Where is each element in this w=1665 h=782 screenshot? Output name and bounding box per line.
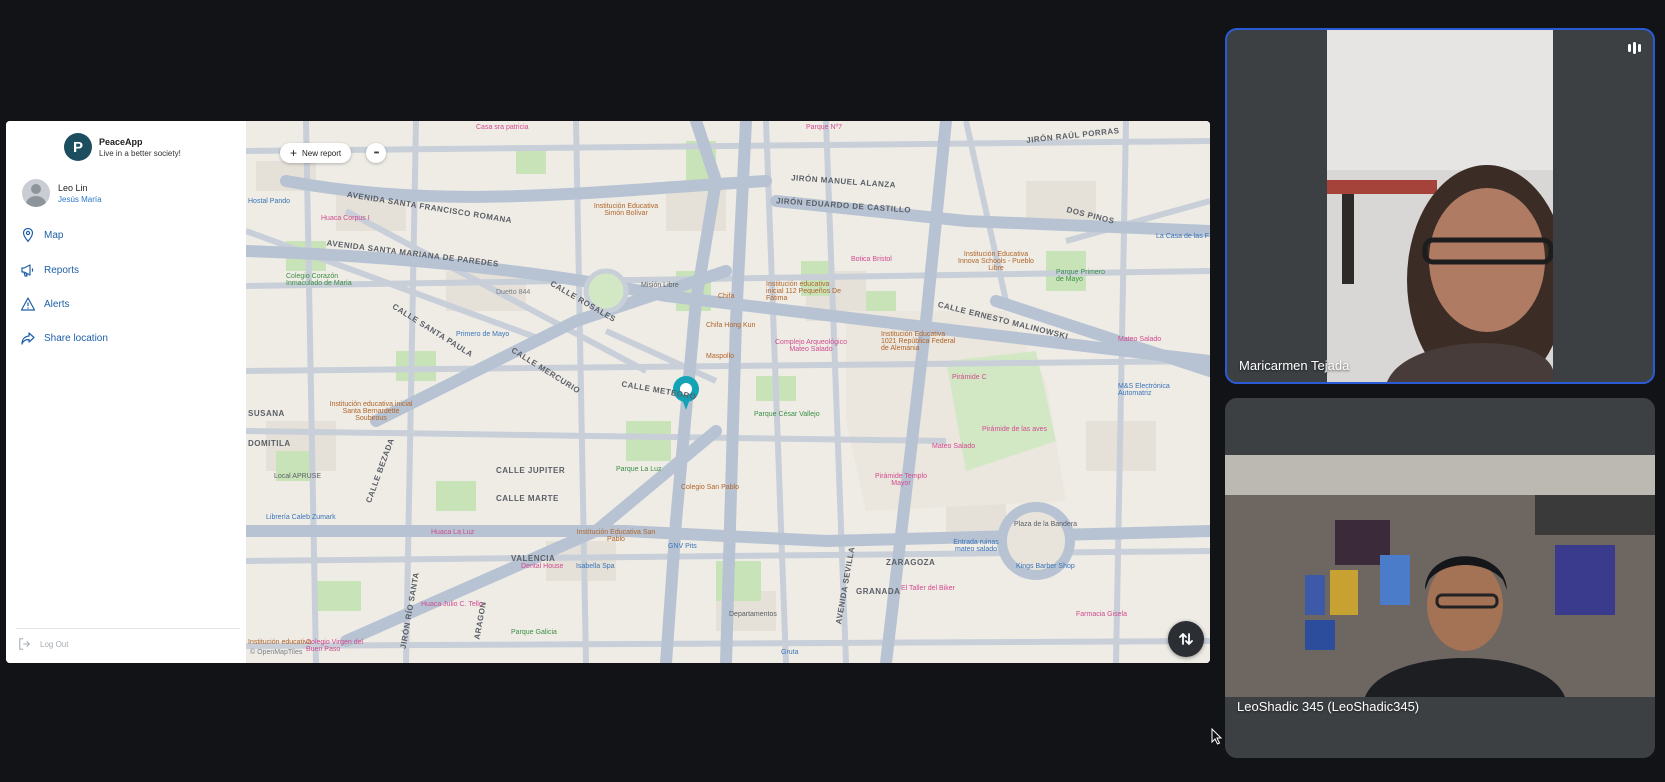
nav-item-alerts[interactable]: Alerts: [20, 296, 70, 312]
map-poi-label: Institución educativa inicial Santa Bern…: [329, 401, 413, 422]
map-poi-label: Chifa: [718, 293, 735, 300]
user-name: Leo Lin: [58, 182, 88, 193]
map-poi-label: GNV Pits: [668, 543, 697, 550]
app-sidebar: P PeaceApp Live in a better society! Leo…: [6, 121, 247, 663]
avatar: [22, 179, 50, 207]
nav-item-share-location[interactable]: Share location: [20, 330, 108, 346]
swap-arrows-icon: [1179, 633, 1193, 645]
map-view[interactable]: AVENIDA SANTA FRANCISCO ROMANA AVENIDA S…: [246, 121, 1210, 663]
map-pin-icon: [22, 227, 34, 243]
map-street-label: DOMITILA: [248, 439, 291, 448]
map-poi-label: Colegio Virgen del Buen Paso: [306, 639, 364, 653]
nav-label: Share location: [44, 332, 108, 344]
app-logo: P: [64, 133, 92, 161]
map-poi-label: El Taller del Biker: [901, 585, 955, 592]
map-poi-label: Plaza de la Bandera: [1014, 521, 1078, 528]
map-poi-label: Institución Educativa Innova Schools - P…: [958, 251, 1034, 272]
map-poi-label: Mateo Salado: [932, 443, 976, 450]
map-street-label: ZARAGOZA: [886, 558, 936, 567]
map-poi-label: Farmacia Gisela: [1076, 611, 1127, 618]
nav-label: Reports: [44, 264, 80, 276]
map-poi-label: M&S Electrónica Automatriz: [1118, 383, 1170, 397]
map-poi-label: Parque Galicia: [511, 629, 557, 636]
map-poi-label: Colegio San Pablo: [681, 484, 739, 491]
new-report-label: New report: [302, 148, 342, 158]
shared-screen: P PeaceApp Live in a better society! Leo…: [6, 121, 1210, 663]
map-attribution: © OpenMapTiles: [250, 649, 303, 656]
map-poi-label: Mateo Salado: [1118, 336, 1162, 343]
map-street-label: CALLE MARTE: [496, 494, 559, 503]
logout-icon: [19, 638, 31, 650]
map-poi-label: Institución educativa: [248, 639, 312, 646]
map-poi-label: Chifa Hong Kun: [706, 322, 756, 329]
map-poi-label: Botica Bristol: [851, 256, 892, 263]
map-poi-label: Huaca La Luz: [431, 529, 475, 536]
map-poi-label: Librería Caleb Zumark: [266, 514, 336, 521]
mouse-cursor-icon: [1211, 728, 1223, 745]
more-options-button[interactable]: •••: [366, 143, 386, 163]
map-poi-label: Gruta: [781, 649, 799, 656]
map-poi-label: Institución Educativa San Pablo: [576, 529, 656, 543]
map-poi-label: Institución Educativa 1021 República Fed…: [881, 331, 956, 352]
map-poi-label: Isabella Spa: [576, 563, 615, 570]
map-poi-label: Parque La Luz: [616, 466, 662, 473]
map-poi-label: Huaca Julio C. Tello: [421, 601, 483, 608]
plus-icon: +: [290, 146, 298, 160]
nav-item-map[interactable]: Map: [20, 227, 63, 243]
map-poi-label: Duetto 844: [496, 289, 531, 296]
participant-name: LeoShadic 345 (LeoShadic345): [1237, 699, 1420, 714]
map-poi-label: Pirámide C: [952, 374, 987, 381]
participant-video: [1327, 30, 1553, 382]
more-icon: •••: [373, 149, 379, 157]
logout-label: Log Out: [40, 639, 69, 649]
map-poi-label: Entrada ruinas mateo salado: [953, 539, 999, 553]
nav-item-reports[interactable]: Reports: [20, 262, 79, 278]
map-poi-label: Dental House: [521, 563, 564, 570]
map-poi-label: Pirámide de las aves: [982, 426, 1047, 433]
speaking-indicator-icon: [1628, 42, 1641, 54]
map-poi-label: Parque Nº7: [806, 124, 843, 131]
map-poi-label: Casa sra patricia: [476, 124, 529, 131]
map-street-label: CALLE JUPITER: [496, 466, 566, 475]
user-profile[interactable]: Leo Lin Jesús María: [22, 179, 102, 207]
map-poi-label: Parque Primero de Mayo: [1056, 269, 1106, 283]
map-street-label: VALENCIA: [511, 554, 556, 563]
map-poi-label: Colegio Corazón Inmaculado de María: [286, 273, 352, 287]
participant-tile[interactable]: Maricarmen Tejada: [1225, 28, 1655, 384]
participant-tile[interactable]: LeoShadic 345 (LeoShadic345): [1225, 398, 1655, 758]
map-poi-label: Primero de Mayo: [456, 331, 510, 338]
map-poi-label: Hostal Pando: [248, 198, 291, 205]
divider: [16, 628, 240, 629]
megaphone-icon: [21, 264, 34, 277]
map-poi-label: Complejo Arqueológico Mateo Salado: [775, 339, 847, 353]
share-icon: [21, 332, 35, 345]
recenter-button[interactable]: [1168, 621, 1204, 657]
app-brand: P PeaceApp Live in a better society!: [64, 133, 181, 161]
map-poi-label: Departamentos: [729, 611, 777, 618]
app-name: PeaceApp: [99, 136, 143, 147]
new-report-button[interactable]: + New report: [280, 143, 352, 163]
app-tagline: Live in a better society!: [99, 148, 181, 158]
nav-label: Map: [44, 229, 64, 241]
user-location: Jesús María: [58, 194, 102, 204]
logout-button[interactable]: Log Out: [18, 637, 68, 651]
map-poi-label: Misión Libre: [641, 282, 679, 289]
map-poi-label: La Casa de las F: [1156, 233, 1209, 240]
participant-name: Maricarmen Tejada: [1239, 358, 1350, 373]
nav-label: Alerts: [44, 298, 70, 310]
map-poi-label: Local APRUSE: [274, 473, 322, 480]
warning-icon: [20, 297, 36, 311]
map-poi-label: Institución educativa inicial 112 Pequeñ…: [766, 281, 841, 302]
map-poi-label: Parque César Vallejo: [754, 411, 820, 418]
participant-video: [1225, 455, 1655, 697]
map-poi-label: Maspollo: [706, 353, 735, 360]
map-poi-label: Huaca Corpus I: [321, 215, 370, 222]
map-street-label: GRANADA: [856, 587, 901, 596]
map-poi-label: Kings Barber Shop: [1016, 563, 1075, 570]
map-poi-label: Institución Educativa Simón Bolívar: [593, 203, 659, 217]
map-poi-label: Pirámide Templo Mayor: [874, 473, 927, 487]
map-street-label: SUSANA: [248, 409, 285, 418]
